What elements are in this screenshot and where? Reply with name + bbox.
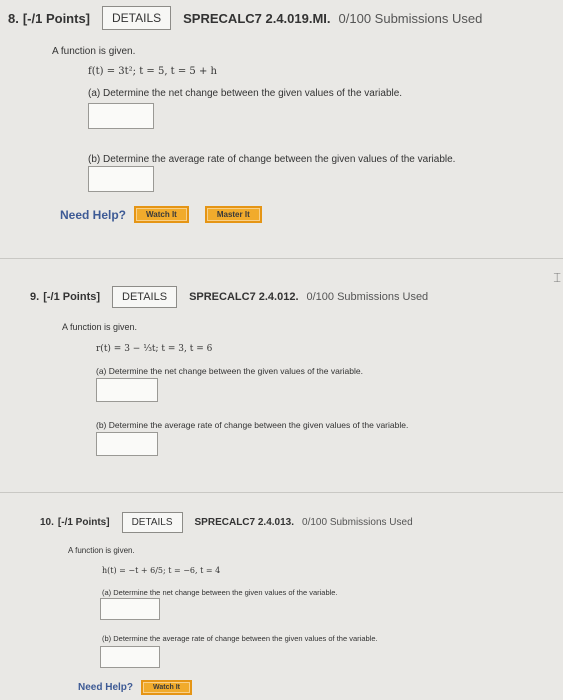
need-help-row: Need Help? Watch It <box>78 680 192 695</box>
need-help-row: Need Help? Watch It Master It <box>60 206 262 223</box>
intro-text: A function is given. <box>68 546 135 555</box>
part-a-text: (a) Determine the net change between the… <box>96 366 363 376</box>
function-formula: h(t) = −t + 6/5; t = −6, t = 4 <box>102 566 221 575</box>
problem-code: SPRECALC7 2.4.013. <box>194 517 295 528</box>
part-b-text: (b) Determine the average rate of change… <box>96 420 409 430</box>
watch-it-button[interactable]: Watch It <box>141 680 192 695</box>
text-cursor-icon: ⌶ <box>553 270 561 285</box>
separator <box>0 492 563 493</box>
problem-number: 9. <box>30 291 40 303</box>
details-button[interactable]: DETAILS <box>102 6 172 30</box>
function-formula: f(t) = 3t²; t = 5, t = 5 + h <box>88 66 217 77</box>
part-b-answer-input[interactable] <box>100 646 160 668</box>
intro-text: A function is given. <box>62 322 138 332</box>
need-help-label: Need Help? <box>60 207 127 222</box>
intro-text: A function is given. <box>52 46 136 57</box>
part-a-text: (a) Determine the net change between the… <box>88 88 403 99</box>
problem-code: SPRECALC7 2.4.019.MI. <box>183 10 331 26</box>
details-button[interactable]: DETAILS <box>112 286 178 308</box>
points-label: [-/1 Points] <box>57 517 110 528</box>
function-formula: r(t) = 3 − ⅓t; t = 3, t = 6 <box>96 344 213 354</box>
part-a-answer-input[interactable] <box>100 598 160 620</box>
part-a-text: (a) Determine the net change between the… <box>102 588 338 597</box>
part-b-text: (b) Determine the average rate of change… <box>102 634 378 643</box>
part-a-answer-input[interactable] <box>88 103 154 129</box>
master-it-button[interactable]: Master It <box>204 206 262 223</box>
part-b-answer-input[interactable] <box>96 432 158 456</box>
part-a-answer-input[interactable] <box>96 378 158 402</box>
problem-header: 9. [-/1 Points] DETAILS SPRECALC7 2.4.01… <box>30 286 428 308</box>
problem-code: SPRECALC7 2.4.012. <box>189 291 299 303</box>
need-help-label: Need Help? <box>78 682 134 693</box>
points-label: [-/1 Points] <box>43 291 101 303</box>
problem-header: 8. [-/1 Points] DETAILS SPRECALC7 2.4.01… <box>8 6 482 30</box>
details-button[interactable]: DETAILS <box>121 512 183 533</box>
watch-it-button[interactable]: Watch It <box>134 206 189 223</box>
submissions-count: 0/100 Submissions Used <box>302 517 413 528</box>
part-b-answer-input[interactable] <box>88 166 154 192</box>
problem-number: 10. <box>40 517 54 528</box>
submissions-count: 0/100 Submissions Used <box>306 291 429 303</box>
points-label: [-/1 Points] <box>22 10 91 26</box>
separator <box>0 258 563 259</box>
problem-header: 10. [-/1 Points] DETAILS SPRECALC7 2.4.0… <box>40 512 413 533</box>
problem-number: 8. <box>8 10 19 26</box>
submissions-count: 0/100 Submissions Used <box>338 10 483 26</box>
part-b-text: (b) Determine the average rate of change… <box>88 154 456 165</box>
